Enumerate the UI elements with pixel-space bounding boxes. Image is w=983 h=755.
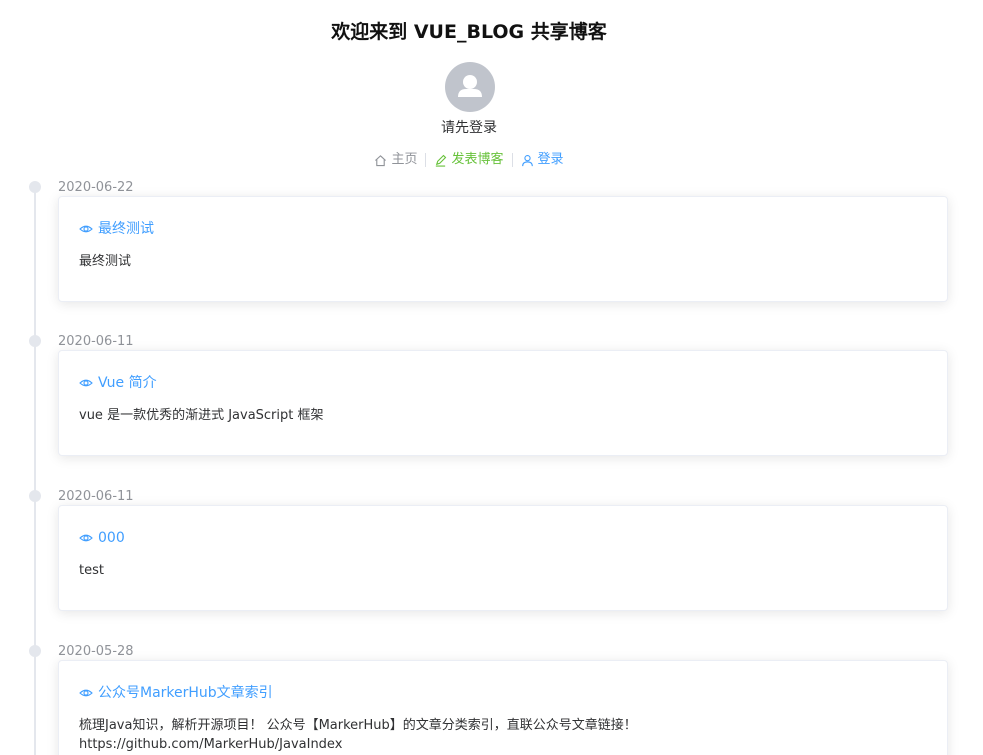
nav-home-link[interactable]: 主页 xyxy=(374,150,417,170)
eye-icon xyxy=(79,689,93,697)
post-description-line: 最终测试 xyxy=(79,254,132,269)
post-date: 2020-06-11 xyxy=(58,334,134,349)
post-description: 梳理Java知识，解析开源项目！ 公众号【MarkerHub】的文章分类索引，直… xyxy=(79,716,637,754)
eye-icon xyxy=(79,225,93,233)
main-nav: 主页 发表博客 登录 xyxy=(0,150,938,170)
post-title: 000 xyxy=(98,530,125,546)
post-description-line: vue 是一款优秀的渐进式 JavaScript 框架 xyxy=(79,408,324,423)
post-title-link[interactable]: 000 xyxy=(79,528,125,548)
post-card: 最终测试 最终测试 xyxy=(58,196,948,302)
avatar[interactable] xyxy=(445,62,495,112)
timeline-dot xyxy=(29,181,41,193)
login-prompt: 请先登录 xyxy=(441,120,497,136)
nav-divider xyxy=(511,153,513,167)
post-description: test xyxy=(79,561,104,580)
post-card: 000 test xyxy=(58,505,948,611)
eye-icon xyxy=(79,534,93,542)
post-title: 最终测试 xyxy=(98,221,154,237)
nav-login-label: 登录 xyxy=(537,152,564,167)
post-card: Vue 简介 vue 是一款优秀的渐进式 JavaScript 框架 xyxy=(58,350,948,456)
post-title-link[interactable]: 公众号MarkerHub文章索引 xyxy=(79,683,273,703)
post-description-link[interactable]: https://github.com/MarkerHub/JavaIndex xyxy=(79,735,637,754)
blog-page: 欢迎来到 VUE_BLOG 共享博客 请先登录 主页 发表博客 登录 2020-… xyxy=(0,0,983,755)
post-date: 2020-06-11 xyxy=(58,489,134,504)
timeline-dot xyxy=(29,645,41,657)
eye-icon xyxy=(79,379,93,387)
post-date: 2020-05-28 xyxy=(58,644,134,659)
post-title-link[interactable]: 最终测试 xyxy=(79,219,154,239)
timeline-dot xyxy=(29,335,41,347)
site-title: 欢迎来到 VUE_BLOG 共享博客 xyxy=(331,21,607,43)
nav-publish-label: 发表博客 xyxy=(451,152,504,167)
user-icon xyxy=(521,154,533,166)
post-description-line: test xyxy=(79,563,104,578)
nav-publish-link[interactable]: 发表博客 xyxy=(434,150,504,170)
nav-divider xyxy=(425,153,427,167)
post-description: 最终测试 xyxy=(79,252,131,271)
nav-login-link[interactable]: 登录 xyxy=(521,150,564,170)
home-icon xyxy=(375,154,387,166)
post-title: 公众号MarkerHub文章索引 xyxy=(98,685,273,701)
post-date: 2020-06-22 xyxy=(58,180,134,195)
post-title-link[interactable]: Vue 简介 xyxy=(79,373,157,393)
post-description: vue 是一款优秀的渐进式 JavaScript 框架 xyxy=(79,406,324,425)
edit-icon xyxy=(436,154,447,167)
nav-home-label: 主页 xyxy=(391,152,418,167)
post-title: Vue 简介 xyxy=(98,375,157,391)
timeline-line xyxy=(34,186,36,755)
post-card: 公众号MarkerHub文章索引 梳理Java知识，解析开源项目！ 公众号【Ma… xyxy=(58,660,948,755)
user-avatar-icon xyxy=(458,75,482,97)
post-description-line: 梳理Java知识，解析开源项目！ 公众号【MarkerHub】的文章分类索引，直… xyxy=(79,718,637,733)
timeline-dot xyxy=(29,490,41,502)
